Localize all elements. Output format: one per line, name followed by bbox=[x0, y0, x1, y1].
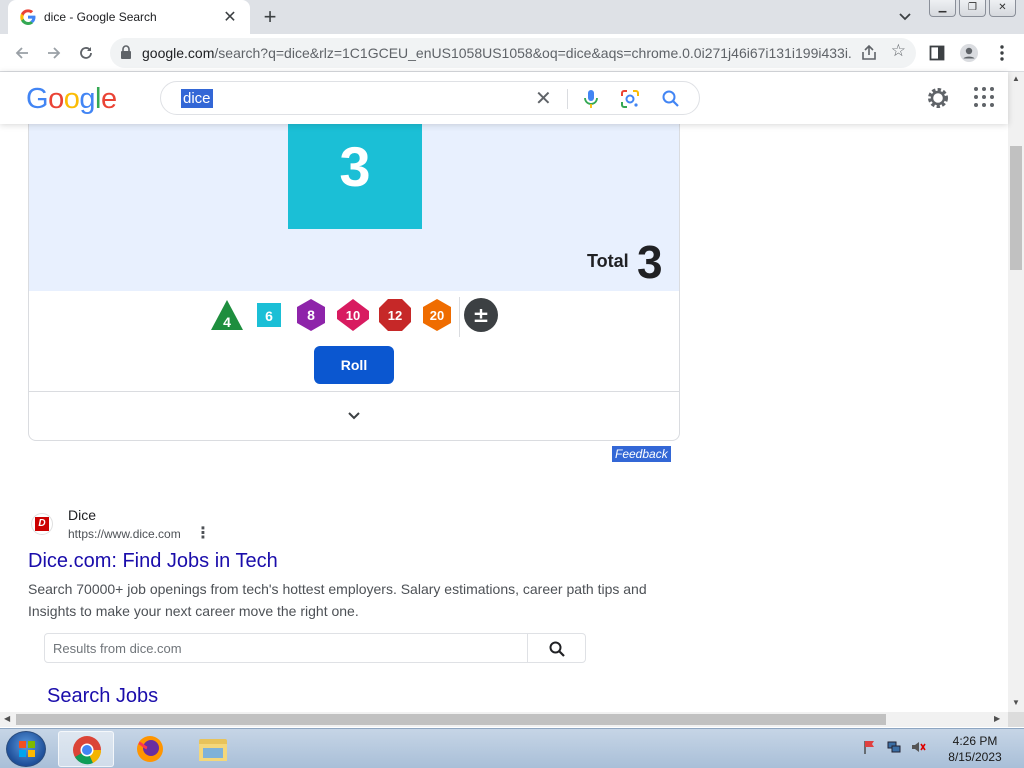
result-site-name[interactable]: Dice bbox=[68, 507, 96, 523]
clear-search-icon[interactable]: ✕ bbox=[535, 86, 552, 111]
close-window-button[interactable]: ✕ bbox=[989, 0, 1016, 17]
dice-selector-row: 4 6 8 10 12 20 ± bbox=[29, 297, 679, 337]
new-tab-button[interactable]: + bbox=[258, 4, 282, 30]
search-icon[interactable] bbox=[660, 88, 682, 110]
share-icon[interactable] bbox=[860, 44, 878, 62]
bookmark-star-icon[interactable]: ☆ bbox=[891, 41, 906, 61]
logo-letter: o bbox=[63, 83, 80, 115]
browser-toolbar: google.com/search?q=dice&rlz=1C1GCEU_enU… bbox=[0, 34, 1024, 72]
network-icon[interactable] bbox=[886, 739, 902, 755]
action-center-flag-icon[interactable] bbox=[862, 739, 878, 755]
tab-title: dice - Google Search bbox=[44, 10, 157, 24]
taskbar-chrome-icon[interactable] bbox=[58, 731, 114, 767]
d6-button[interactable]: 6 bbox=[251, 297, 287, 333]
side-panel-icon[interactable] bbox=[926, 42, 948, 64]
google-header: Google dice ✕ bbox=[0, 72, 1008, 124]
clock-time: 4:26 PM bbox=[952, 734, 998, 748]
roll-button[interactable]: Roll bbox=[314, 346, 394, 384]
search-input[interactable]: dice ✕ bbox=[160, 81, 700, 115]
tab-google-search[interactable]: dice - Google Search ✕ bbox=[8, 0, 250, 34]
svg-text:4: 4 bbox=[223, 314, 231, 330]
profile-avatar-icon[interactable] bbox=[958, 42, 980, 64]
dice-display-area: 3 Total 3 bbox=[29, 101, 679, 291]
start-button-icon[interactable] bbox=[6, 731, 46, 767]
site-search-input[interactable]: Results from dice.com bbox=[44, 633, 586, 663]
svg-text:8: 8 bbox=[307, 307, 315, 323]
logo-letter: g bbox=[79, 83, 95, 115]
horizontal-scroll-thumb[interactable] bbox=[16, 714, 886, 725]
d12-button[interactable]: 12 bbox=[377, 297, 413, 333]
scroll-right-arrow-icon[interactable]: ▶ bbox=[994, 714, 1000, 723]
result-snippet: Search 70000+ job openings from tech's h… bbox=[28, 581, 647, 619]
total-value: 3 bbox=[637, 236, 663, 288]
d8-button[interactable]: 8 bbox=[293, 297, 329, 333]
modifier-button[interactable]: ± bbox=[463, 297, 499, 333]
result-title-link[interactable]: Dice.com: Find Jobs in Tech bbox=[28, 550, 278, 573]
url-text[interactable]: google.com/search?q=dice&rlz=1C1GCEU_enU… bbox=[142, 45, 852, 61]
google-apps-icon[interactable] bbox=[974, 87, 994, 107]
expand-chevron-down-icon[interactable] bbox=[344, 405, 364, 425]
dice-favicon-icon: D bbox=[31, 513, 53, 535]
taskbar-firefox-icon[interactable] bbox=[122, 731, 178, 767]
window-controls: ▁ ❐ ✕ bbox=[929, 0, 1016, 17]
horizontal-scrollbar[interactable]: ◀ ▶ bbox=[0, 712, 1008, 727]
d4-button[interactable]: 4 bbox=[209, 297, 245, 333]
sitelink-search-jobs[interactable]: Search Jobs bbox=[47, 685, 158, 708]
address-bar[interactable]: google.com/search?q=dice&rlz=1C1GCEU_enU… bbox=[110, 38, 916, 68]
logo-letter: o bbox=[48, 83, 64, 115]
svg-text:12: 12 bbox=[388, 308, 402, 323]
svg-text:±: ± bbox=[473, 303, 490, 327]
scroll-down-arrow-icon[interactable]: ▼ bbox=[1011, 698, 1021, 707]
back-icon[interactable] bbox=[10, 41, 34, 65]
total-label: Total bbox=[587, 251, 629, 271]
feedback-link[interactable]: Feedback bbox=[612, 446, 671, 462]
system-clock[interactable]: 4:26 PM 8/15/2023 bbox=[940, 733, 1010, 765]
scrollbar-corner bbox=[1008, 712, 1024, 727]
svg-text:10: 10 bbox=[346, 308, 360, 323]
vertical-scrollbar[interactable]: ▲ ▼ bbox=[1008, 72, 1024, 712]
search-query-text[interactable]: dice bbox=[181, 89, 213, 108]
forward-icon[interactable] bbox=[42, 41, 66, 65]
logo-letter: G bbox=[26, 83, 49, 115]
taskbar-file-explorer-icon[interactable] bbox=[185, 731, 241, 767]
result-more-options-icon[interactable]: ⋮ bbox=[195, 525, 211, 543]
tab-close-icon[interactable]: ✕ bbox=[220, 7, 240, 27]
clock-date: 8/15/2023 bbox=[948, 750, 1002, 764]
dice-roller-widget: 3 Total 3 4 6 8 10 12 20 ± Roll bbox=[28, 100, 680, 441]
google-favicon-icon bbox=[20, 9, 36, 25]
lock-icon[interactable] bbox=[120, 45, 132, 59]
windows-taskbar: 4:26 PM 8/15/2023 bbox=[0, 728, 1024, 768]
microphone-icon[interactable] bbox=[581, 88, 601, 110]
site-search-divider bbox=[527, 634, 528, 662]
restore-button[interactable]: ❐ bbox=[959, 0, 986, 17]
d20-button[interactable]: 20 bbox=[419, 297, 455, 333]
menu-kebab-icon[interactable] bbox=[991, 42, 1013, 64]
scroll-left-arrow-icon[interactable]: ◀ bbox=[4, 714, 10, 723]
tab-search-dropdown-icon[interactable] bbox=[893, 6, 917, 28]
settings-gear-icon[interactable] bbox=[924, 84, 952, 112]
reload-icon[interactable] bbox=[74, 41, 98, 65]
search-divider bbox=[567, 89, 568, 109]
volume-muted-icon[interactable] bbox=[910, 739, 926, 755]
system-tray bbox=[862, 739, 926, 755]
site-search-placeholder: Results from dice.com bbox=[53, 641, 182, 656]
site-search-icon[interactable] bbox=[548, 640, 566, 658]
minimize-button[interactable]: ▁ bbox=[929, 0, 956, 17]
card-divider bbox=[29, 391, 679, 392]
result-url[interactable]: https://www.dice.com bbox=[68, 527, 181, 541]
tab-strip: dice - Google Search ✕ + ▁ ❐ ✕ bbox=[0, 0, 1024, 34]
google-logo[interactable]: Google bbox=[26, 83, 117, 116]
svg-text:20: 20 bbox=[430, 308, 444, 323]
d10-button[interactable]: 10 bbox=[335, 297, 371, 333]
svg-text:6: 6 bbox=[265, 308, 273, 324]
dice-row-divider bbox=[459, 297, 460, 337]
google-lens-icon[interactable] bbox=[619, 88, 641, 110]
vertical-scroll-thumb[interactable] bbox=[1010, 146, 1022, 270]
logo-letter: e bbox=[100, 83, 117, 115]
scroll-up-arrow-icon[interactable]: ▲ bbox=[1011, 74, 1021, 83]
